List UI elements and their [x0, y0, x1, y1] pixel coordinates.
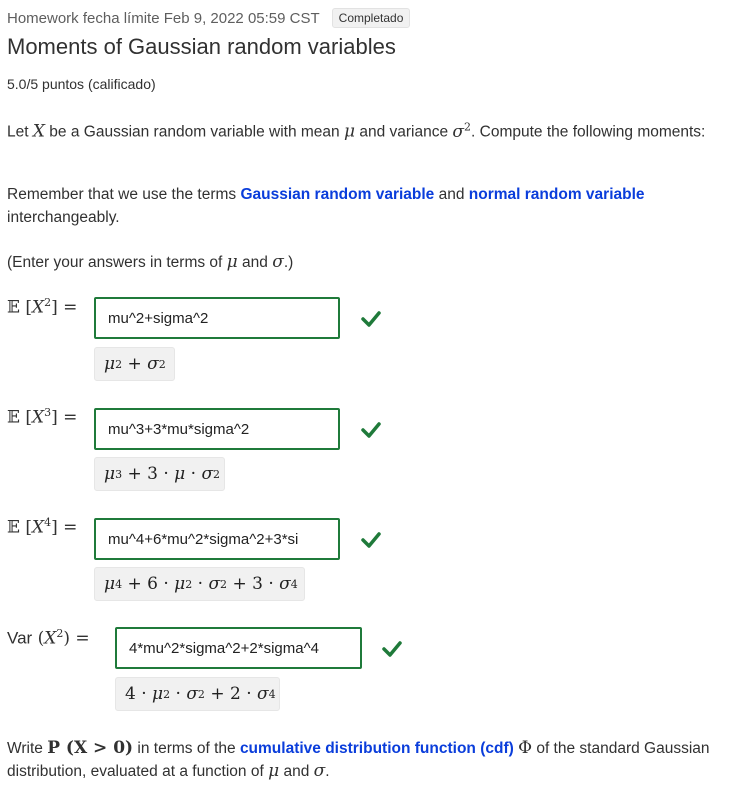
due-date: Homework fecha límite Feb 9, 2022 05:59 … [7, 9, 320, 27]
status-badge: Completado [331, 8, 411, 28]
answer-input-2[interactable]: mu^3+3*mu*sigma^2 [94, 408, 340, 450]
intro-paragraph-1: Let X be a Gaussian random variable with… [7, 120, 706, 142]
answer-label-1: 𝔼 [X2] = [7, 296, 78, 318]
gaussian-rv-link[interactable]: Gaussian random variable [240, 186, 434, 203]
page-title: Moments of Gaussian random variables [7, 34, 396, 59]
cdf-link[interactable]: cumulative distribution function (cdf) [240, 740, 514, 757]
answer-input-3[interactable]: mu^4+6*mu^2*sigma^2+3*si [94, 518, 340, 560]
check-icon [361, 422, 381, 438]
due-date-line: Homework fecha límite Feb 9, 2022 05:59 … [7, 8, 411, 28]
score: 5.0/5 puntos (calificado) [7, 76, 156, 92]
answer-input-1[interactable]: mu^2+sigma^2 [94, 297, 340, 339]
answer-label-3: 𝔼 [X4] = [7, 516, 78, 538]
check-icon [361, 532, 381, 548]
answer-preview-3: μ4 + 6 · μ2 · σ2 + 3 · σ4 [94, 567, 305, 601]
check-icon [361, 311, 381, 327]
answer-input-4[interactable]: 4*mu^2*sigma^2+2*sigma^4 [115, 627, 362, 669]
answer-label-2: 𝔼 [X3] = [7, 406, 78, 428]
question-paragraph: Write P (X > 0) in terms of the cumulati… [7, 738, 710, 781]
intro-paragraph-3: (Enter your answers in terms of μ and σ.… [7, 252, 294, 272]
answer-preview-1: μ2 + σ2 [94, 347, 175, 381]
normal-rv-link[interactable]: normal random variable [469, 186, 645, 203]
answer-label-4: Var (X2) = [7, 627, 90, 649]
answer-preview-4: 4 · μ2 · σ2 + 2 · σ4 [115, 677, 280, 711]
answer-preview-2: μ3 + 3 · μ · σ2 [94, 457, 225, 491]
check-icon [382, 641, 402, 657]
intro-paragraph-2: Remember that we use the terms Gaussian … [7, 186, 645, 226]
